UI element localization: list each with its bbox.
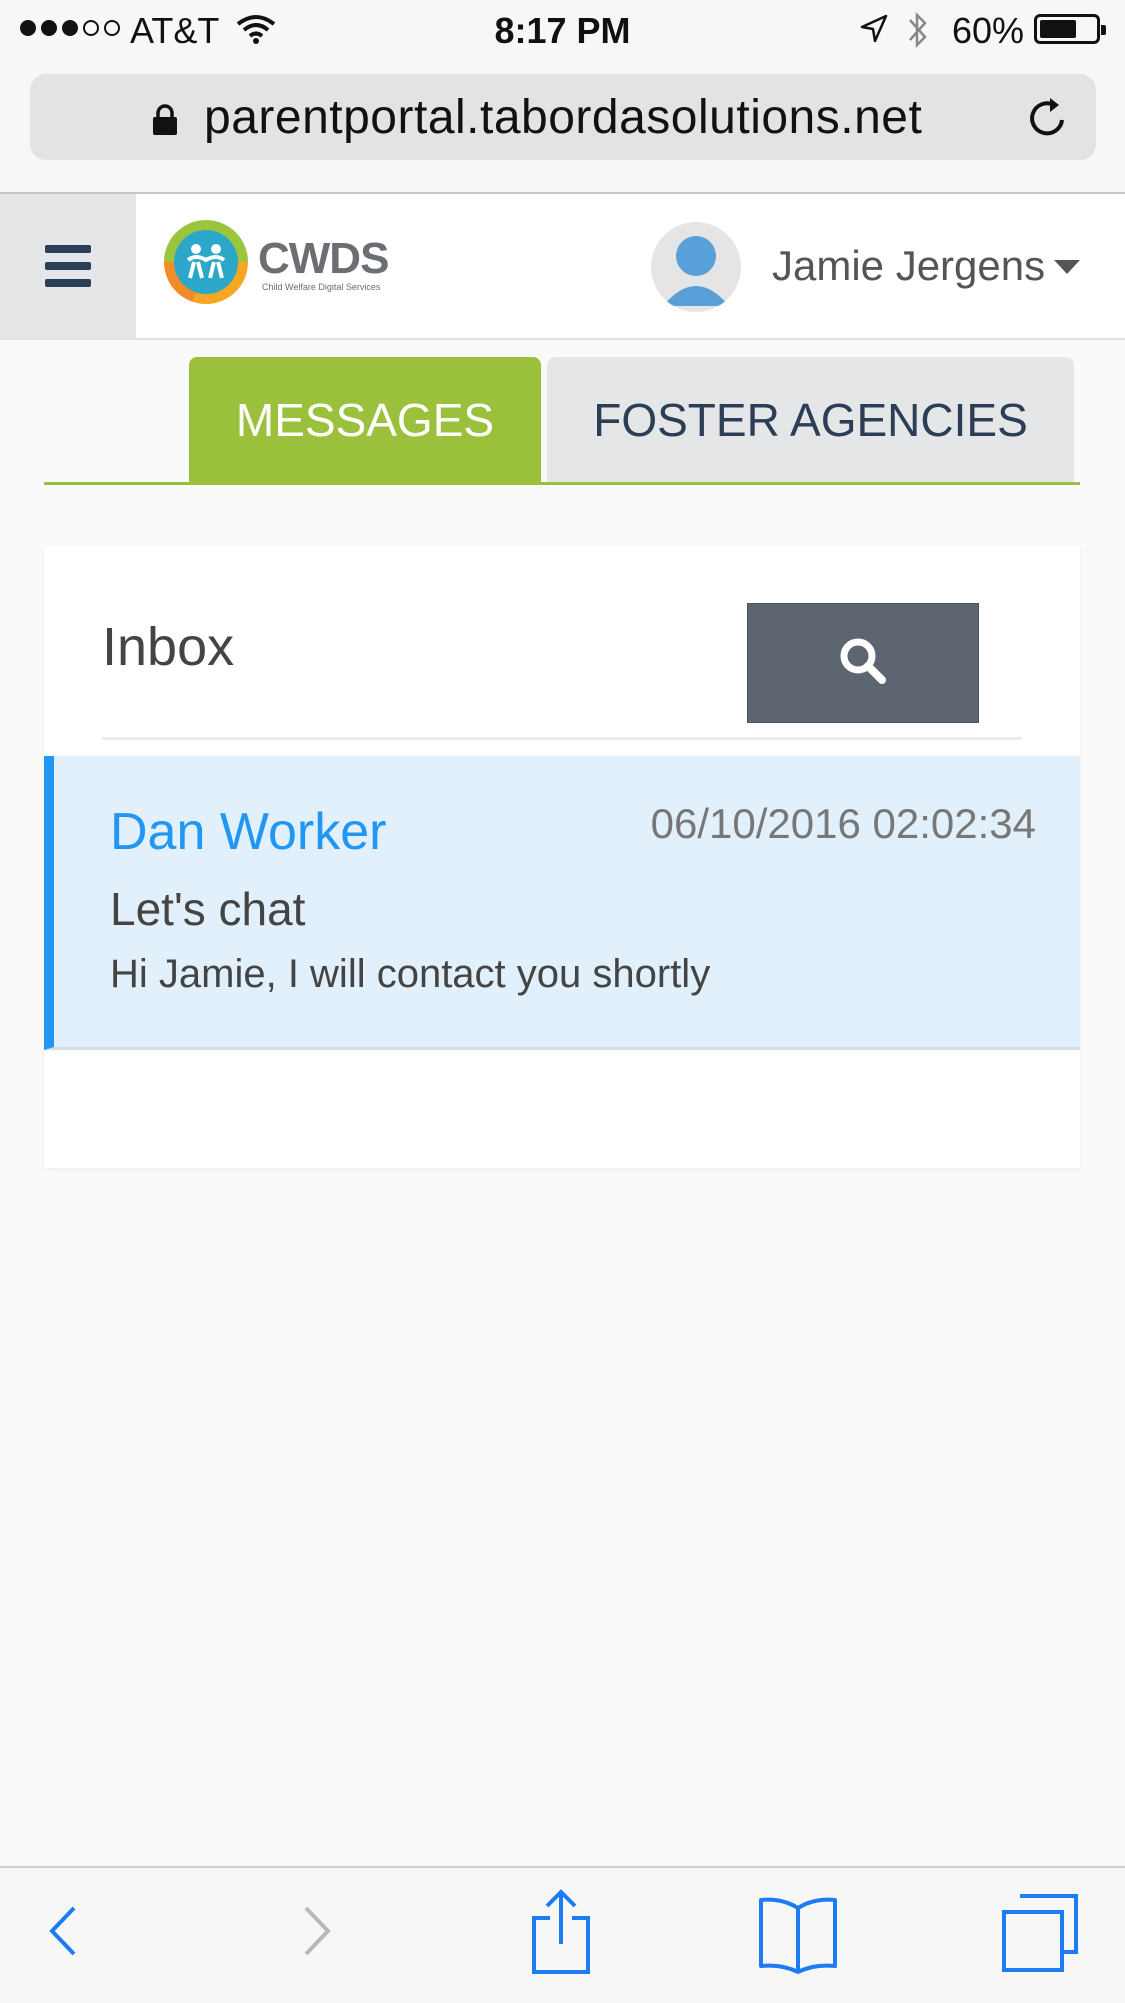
divider bbox=[102, 737, 1022, 740]
bookmarks-icon[interactable] bbox=[756, 1888, 840, 1983]
tabs-icon[interactable] bbox=[998, 1888, 1082, 1983]
reload-icon[interactable] bbox=[1026, 96, 1070, 145]
location-arrow-icon bbox=[860, 14, 888, 49]
battery-icon bbox=[1034, 14, 1106, 44]
inbox-title: Inbox bbox=[102, 617, 235, 677]
tab-messages[interactable]: MESSAGES bbox=[189, 357, 541, 483]
logo-text: CWDS bbox=[258, 234, 389, 283]
tab-underline bbox=[44, 482, 1080, 485]
message-preview: Hi Jamie, I will contact you shortly bbox=[110, 952, 711, 996]
status-bar: AT&T 8:17 PM 60% bbox=[0, 0, 1125, 62]
inbox-card: Inbox Dan Worker 06/10/2016 02:02:34 Let… bbox=[44, 546, 1080, 1168]
url-text[interactable]: parentportal.tabordasolutions.net bbox=[204, 90, 922, 145]
cwds-logo[interactable]: CWDS Child Welfare Digital Services bbox=[164, 220, 389, 310]
bluetooth-icon bbox=[906, 10, 930, 55]
address-bar[interactable]: parentportal.tabordasolutions.net bbox=[30, 74, 1096, 160]
user-avatar-icon[interactable] bbox=[651, 222, 741, 312]
tab-foster-agencies[interactable]: FOSTER AGENCIES bbox=[547, 357, 1074, 483]
app-header: CWDS Child Welfare Digital Services Jami… bbox=[0, 194, 1125, 340]
hamburger-icon bbox=[45, 245, 91, 287]
logo-tagline: Child Welfare Digital Services bbox=[262, 282, 381, 292]
message-row[interactable]: Dan Worker 06/10/2016 02:02:34 Let's cha… bbox=[44, 756, 1080, 1050]
message-subject: Let's chat bbox=[110, 883, 306, 935]
share-icon[interactable] bbox=[526, 1888, 596, 1983]
browser-toolbar bbox=[0, 1866, 1125, 2003]
caret-down-icon[interactable] bbox=[1054, 260, 1080, 274]
user-name[interactable]: Jamie Jergens bbox=[772, 242, 1045, 290]
message-sender[interactable]: Dan Worker bbox=[110, 802, 386, 862]
family-icon bbox=[174, 230, 238, 294]
search-icon bbox=[836, 634, 890, 693]
message-timestamp: 06/10/2016 02:02:34 bbox=[650, 800, 1036, 847]
battery-percent: 60% bbox=[952, 10, 1025, 51]
forward-arrow-icon[interactable] bbox=[296, 1888, 336, 1983]
browser-address-area: parentportal.tabordasolutions.net bbox=[0, 62, 1125, 194]
back-arrow-icon[interactable] bbox=[44, 1888, 84, 1983]
search-button[interactable] bbox=[747, 603, 979, 723]
lock-icon bbox=[152, 104, 178, 141]
menu-button[interactable] bbox=[0, 194, 136, 338]
